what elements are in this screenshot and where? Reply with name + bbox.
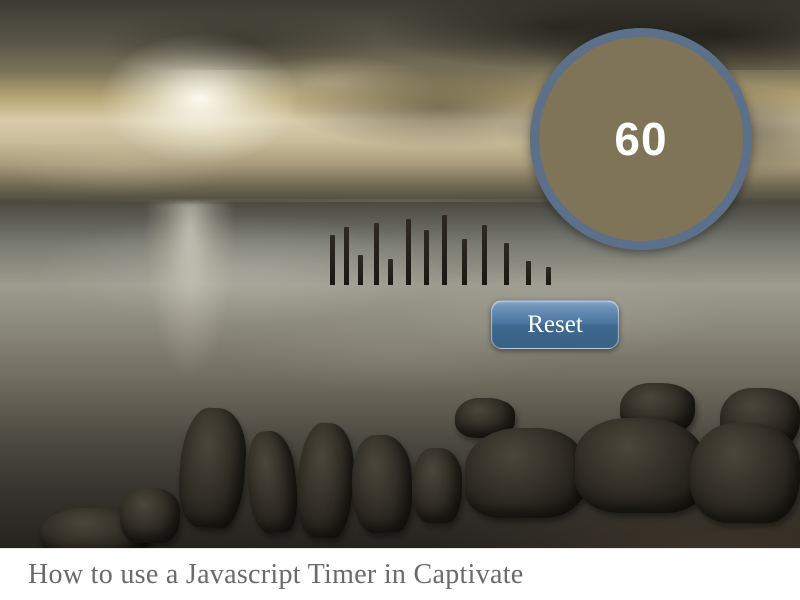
timer-circle: 60 bbox=[530, 28, 752, 250]
reset-button[interactable]: Reset bbox=[491, 300, 619, 349]
reset-button-label: Reset bbox=[527, 311, 583, 339]
slide-stage: 60 Reset bbox=[0, 0, 800, 548]
caption-text: How to use a Javascript Timer in Captiva… bbox=[28, 559, 524, 591]
jetty-pilings bbox=[330, 195, 570, 285]
caption-bar: How to use a Javascript Timer in Captiva… bbox=[0, 548, 800, 600]
beach-sand bbox=[380, 428, 800, 548]
timer-value: 60 bbox=[614, 112, 667, 166]
